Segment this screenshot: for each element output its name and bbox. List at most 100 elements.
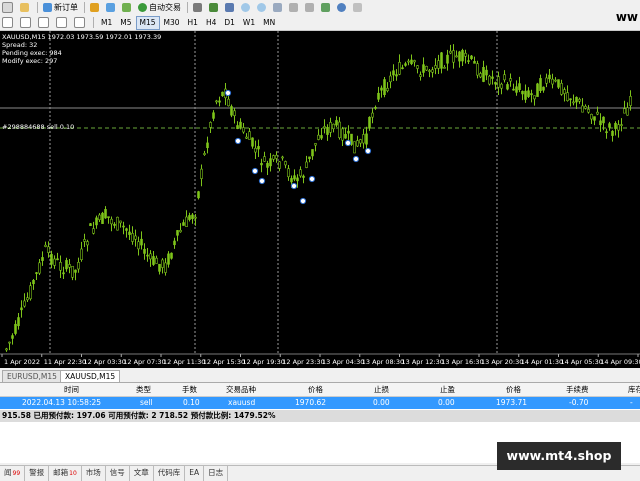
profiles-button[interactable] xyxy=(18,1,33,13)
chart-tab-xauusd[interactable]: XAUUSD,M15 xyxy=(60,370,121,382)
candle-body xyxy=(602,116,605,124)
trendline-button[interactable] xyxy=(54,17,71,29)
timeframe-m5[interactable]: M5 xyxy=(116,16,135,30)
horizontal-line-icon xyxy=(38,17,49,28)
tab-experts[interactable]: EA xyxy=(185,466,205,481)
tab-signals[interactable]: 信号 xyxy=(106,466,130,481)
tab-market[interactable]: 市场 xyxy=(82,466,106,481)
col-price[interactable]: 价格 xyxy=(308,383,323,396)
timeframe-m30[interactable]: M30 xyxy=(160,16,184,30)
chart-shift-button[interactable] xyxy=(287,1,302,13)
col-current-price[interactable]: 价格 xyxy=(506,383,521,396)
metaeditor-icon xyxy=(90,2,99,12)
trade-marker xyxy=(224,89,232,97)
col-tp[interactable]: 止盈 xyxy=(440,383,455,396)
cursor-button[interactable] xyxy=(0,17,17,29)
candle-body xyxy=(23,300,26,307)
col-swap[interactable]: 库存 xyxy=(628,383,640,396)
candle-body xyxy=(482,67,485,82)
tab-code-base[interactable]: 代码库 xyxy=(154,466,186,481)
candle-body xyxy=(260,163,263,166)
periods-button[interactable] xyxy=(335,1,350,13)
zoom-in-button[interactable] xyxy=(239,1,254,13)
candle-body xyxy=(380,87,383,91)
tab-alerts[interactable]: 警报 xyxy=(25,466,50,481)
candle-body xyxy=(95,217,98,226)
tab-mailbox[interactable]: 邮箱10 xyxy=(49,466,82,481)
candle-body xyxy=(365,133,368,145)
col-symbol[interactable]: 交易品种 xyxy=(226,383,256,396)
zoom-out-button[interactable] xyxy=(255,1,270,13)
candle-body xyxy=(305,161,308,168)
candle-body xyxy=(173,240,176,246)
candlestick-chart[interactable]: 1 Apr 2022 11 Apr 22:3012 Apr 03:3012 Apr… xyxy=(0,31,640,368)
new-chart-button[interactable] xyxy=(0,1,17,13)
timeframe-h4[interactable]: H4 xyxy=(202,16,220,30)
autoscroll-button[interactable] xyxy=(303,1,318,13)
timeframe-mn[interactable]: MN xyxy=(259,16,279,30)
candle-body xyxy=(626,107,629,116)
tab-signals-label: 信号 xyxy=(109,468,125,477)
col-sl[interactable]: 止损 xyxy=(374,383,389,396)
table-row[interactable]: 2022.04.13 10:58:25 sell 0.10 xauusd 197… xyxy=(0,397,640,409)
candle-body xyxy=(101,212,104,224)
candle-body xyxy=(383,79,386,95)
time-tick-label: 13 Apr 20:30 xyxy=(481,358,523,366)
row-swap: - xyxy=(630,398,633,407)
timeframe-w1[interactable]: W1 xyxy=(239,16,259,30)
candle-body xyxy=(77,262,80,270)
templates-button[interactable] xyxy=(351,1,366,13)
col-time[interactable]: 时间 xyxy=(64,383,79,396)
toolbar-separator xyxy=(37,1,38,13)
market-watch-button[interactable] xyxy=(104,1,119,13)
candle-body xyxy=(32,279,35,285)
toolbar-separator xyxy=(93,17,94,28)
tab-experts-label: EA xyxy=(189,468,200,477)
text-tool-button[interactable] xyxy=(72,17,89,29)
chart-tab-eurusd[interactable]: EURUSD,M15 xyxy=(2,370,62,382)
time-tick-label: 14 Apr 09:30 xyxy=(600,358,640,366)
hline-button[interactable] xyxy=(36,17,53,29)
auto-trading-button[interactable]: 自动交易 xyxy=(136,1,183,13)
col-commission[interactable]: 手续费 xyxy=(566,383,589,396)
col-type[interactable]: 类型 xyxy=(136,383,151,396)
candle-body xyxy=(275,154,278,159)
candle-chart-button[interactable] xyxy=(207,1,222,13)
price-chart[interactable]: 1 Apr 2022 11 Apr 22:30 12 Apr 03:30 12 Apr… xyxy=(0,31,640,368)
tab-articles[interactable]: 文章 xyxy=(130,466,154,481)
new-order-button[interactable]: 新订单 xyxy=(41,1,80,13)
crosshair-button[interactable] xyxy=(18,17,35,29)
candle-body xyxy=(182,222,185,226)
candle-body xyxy=(215,100,218,103)
candle-body xyxy=(515,86,518,93)
candle-body xyxy=(80,248,83,260)
candle-body xyxy=(167,253,170,265)
col-lots[interactable]: 手数 xyxy=(182,383,197,396)
timeframe-h1[interactable]: H1 xyxy=(184,16,202,30)
candle-body xyxy=(17,317,20,327)
candle-body xyxy=(545,77,548,84)
tile-windows-button[interactable] xyxy=(271,1,286,13)
bar-chart-button[interactable] xyxy=(191,1,206,13)
tab-journal-label: 日志 xyxy=(208,468,224,477)
candle-body xyxy=(608,123,611,128)
tab-news-label: 闻 xyxy=(4,468,12,477)
line-chart-button[interactable] xyxy=(223,1,238,13)
tab-journal[interactable]: 日志 xyxy=(204,466,229,481)
timeframe-m1[interactable]: M1 xyxy=(97,16,116,30)
candle-body xyxy=(14,323,17,334)
timeframe-d1[interactable]: D1 xyxy=(220,16,239,30)
tab-news[interactable]: 闻99 xyxy=(0,466,26,481)
candle-body xyxy=(575,96,578,103)
candle-body xyxy=(257,146,260,150)
indicators-button[interactable] xyxy=(319,1,334,13)
strategy-tester-button[interactable] xyxy=(120,1,135,13)
candle-body xyxy=(314,143,317,146)
metaeditor-button[interactable] xyxy=(88,1,103,13)
line-chart-icon xyxy=(225,2,234,12)
row-time: 2022.04.13 10:58:25 xyxy=(22,398,102,407)
zoom-out-icon xyxy=(257,2,266,12)
candle-body xyxy=(233,110,236,116)
timeframe-m15[interactable]: M15 xyxy=(135,15,160,30)
candle-body xyxy=(134,235,137,240)
